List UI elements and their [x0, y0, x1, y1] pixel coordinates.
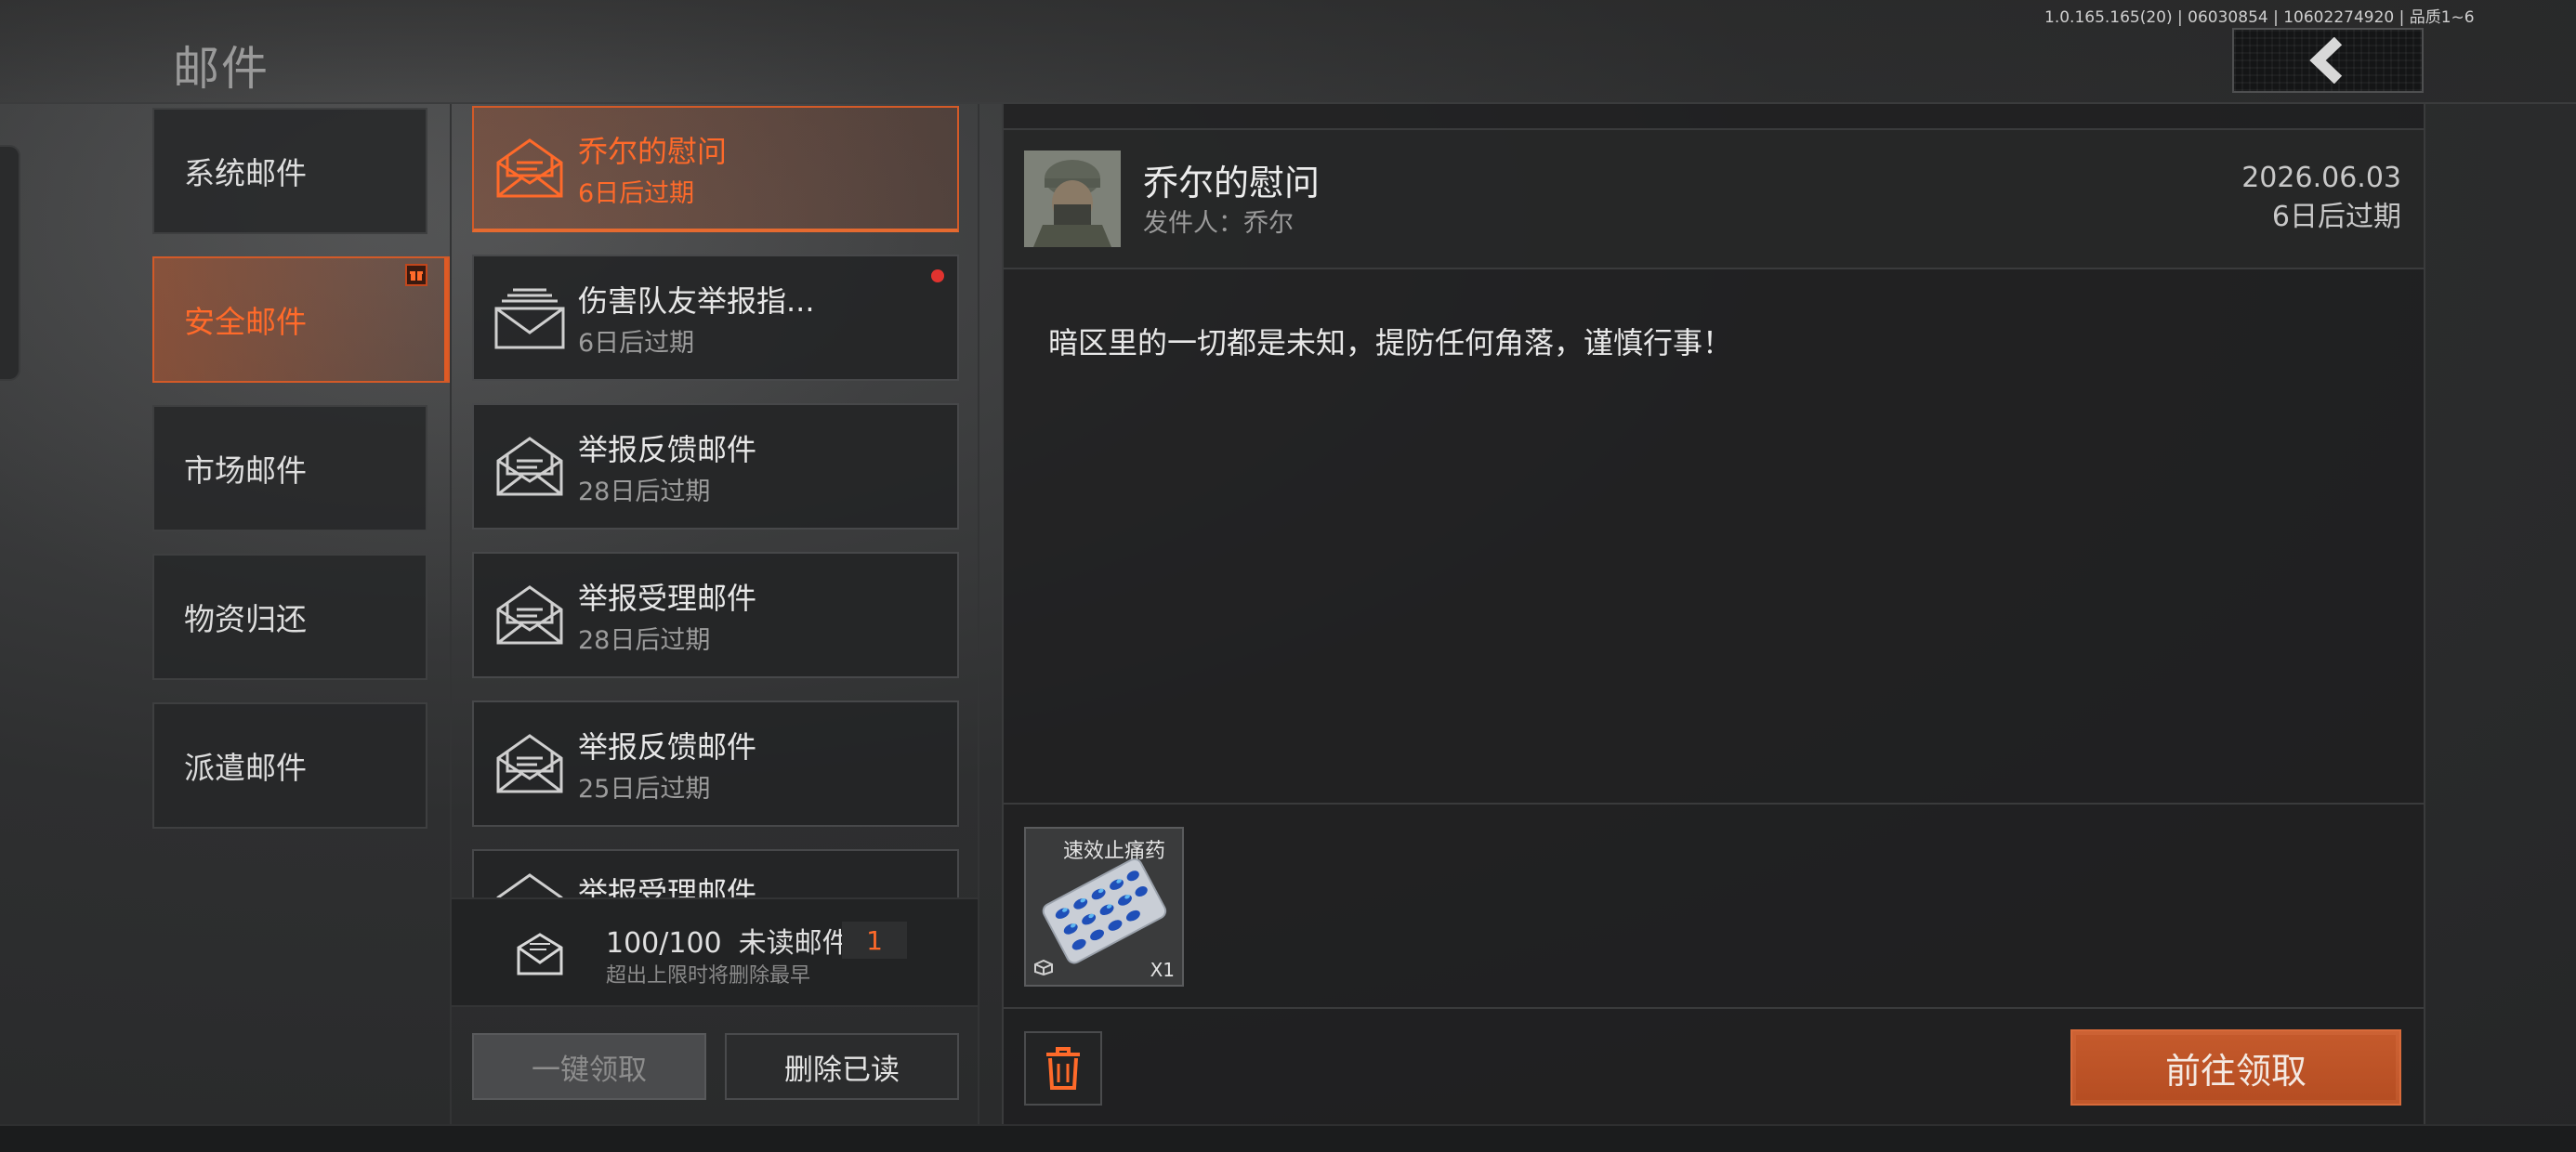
envelope-icon [496, 437, 563, 496]
category-label: 派遣邮件 [184, 750, 307, 786]
page-title: 邮件 [173, 42, 269, 96]
attachment-zone [1004, 803, 2424, 1009]
category-market[interactable]: 市场邮件 [152, 405, 427, 531]
mail-expire: 25日后过期 [578, 774, 711, 804]
category-dispatch[interactable]: 派遣邮件 [152, 702, 427, 829]
unread-dot [931, 269, 944, 282]
detail-title: 乔尔的慰问 [1143, 163, 1321, 203]
pill-pack-icon [1042, 857, 1167, 964]
mail-expire: 28日后过期 [578, 477, 711, 506]
delete-mail-button[interactable] [1024, 1031, 1102, 1106]
item-tag-icon [1034, 959, 1053, 975]
category-supply-return[interactable]: 物资归还 [152, 554, 427, 680]
mail-title: 举报受理邮件 [578, 580, 757, 616]
capacity-note: 超出上限时将删除最早 [606, 964, 811, 988]
side-handle[interactable] [0, 145, 20, 381]
attachment-item[interactable]: 速效止痛药 X1 [1024, 827, 1184, 987]
goto-claim-button[interactable]: 前往领取 [2070, 1029, 2401, 1106]
mail-item[interactable]: 举报受理邮件 28日后过期 [472, 552, 959, 678]
mail-item[interactable]: 乔尔的慰问 6日后过期 [472, 106, 959, 232]
detail-body: 暗区里的一切都是未知，提防任何角落，谨慎行事！ [1048, 325, 1733, 360]
mail-expire: 6日后过期 [578, 178, 695, 208]
detail-sender: 发件人：乔尔 [1143, 209, 1294, 238]
mail-title: 伤害队友举报指... [578, 282, 815, 319]
category-label: 系统邮件 [184, 155, 307, 191]
mail-item[interactable]: 举报反馈邮件 28日后过期 [472, 403, 959, 530]
gift-icon [405, 264, 427, 286]
mail-item[interactable]: 伤害队友举报指... 6日后过期 [472, 255, 959, 381]
category-security[interactable]: 安全邮件 [152, 256, 450, 383]
bottom-edge [0, 1124, 2576, 1152]
top-bar: 邮件 1.0.165.165(20) | 06030854 | 10602274… [0, 0, 2576, 104]
mail-title: 举报反馈邮件 [578, 431, 757, 467]
trash-icon [1046, 1047, 1080, 1090]
sender-avatar [1024, 151, 1121, 247]
envelope-icon [496, 585, 563, 645]
category-label: 物资归还 [184, 601, 307, 637]
mail-item[interactable]: 举报反馈邮件 25日后过期 [472, 700, 959, 827]
detail-expire: 6日后过期 [2271, 201, 2401, 233]
version-info: 1.0.165.165(20) | 06030854 | 10602274920… [2044, 8, 2475, 27]
detail-date: 2026.06.03 [2241, 162, 2401, 194]
back-button[interactable] [2232, 28, 2424, 93]
envelope-stack-icon [494, 288, 565, 349]
envelope-icon [517, 933, 563, 975]
mail-title: 乔尔的慰问 [578, 133, 728, 169]
envelope-icon [496, 734, 563, 793]
category-label: 安全邮件 [184, 304, 307, 340]
back-arrow-icon [2309, 37, 2343, 84]
unread-count: 1 [842, 922, 907, 959]
unread-label: 未读邮件 [738, 927, 850, 960]
category-label: 市场邮件 [184, 452, 307, 489]
attachment-name: 速效止痛药 [1062, 840, 1165, 863]
category-system[interactable]: 系统邮件 [152, 108, 427, 234]
delete-read-button[interactable]: 删除已读 [725, 1033, 959, 1100]
mail-item[interactable]: 举报受理邮件 [472, 849, 959, 905]
claim-all-button[interactable]: 一键领取 [472, 1033, 706, 1100]
mail-expire: 6日后过期 [578, 328, 695, 358]
attachment-qty: X1 [1150, 959, 1175, 981]
envelope-icon [496, 138, 563, 198]
mail-expire: 28日后过期 [578, 625, 711, 655]
mail-capacity: 100/100 未读邮件 [606, 920, 850, 961]
capacity-value: 100/100 [606, 927, 722, 960]
mail-counter-panel: 100/100 未读邮件 1 超出上限时将删除最早 [452, 897, 978, 1007]
mail-title: 举报反馈邮件 [578, 728, 757, 765]
